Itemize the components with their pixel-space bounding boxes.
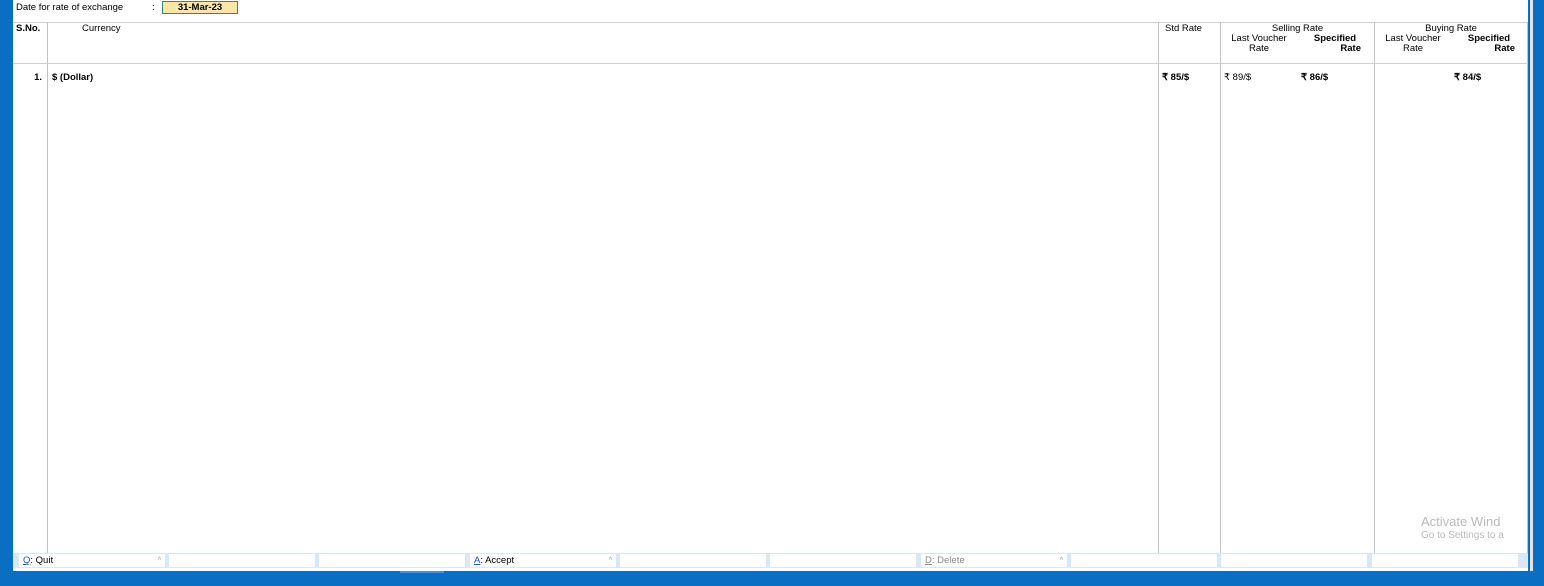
footer-slot-3 [319, 554, 465, 567]
watermark-title: Activate Wind [1421, 514, 1501, 529]
accept-button[interactable]: A: Accept ^ [470, 554, 616, 567]
footer-slot-9 [1221, 554, 1367, 567]
delete-label: : Delete [931, 555, 965, 566]
row-buying-specified[interactable]: ₹ 84/$ [1454, 72, 1481, 84]
footer-slot-2 [169, 554, 315, 567]
header-selling-last-voucher-line2: Rate [1248, 43, 1270, 54]
footer-slot-6 [770, 554, 916, 567]
caret-up-icon: ^ [608, 557, 612, 564]
col-divider-currency [1158, 22, 1159, 553]
bottom-scroll-indicator [400, 571, 444, 573]
footer-slot-5 [620, 554, 766, 567]
row-std-rate[interactable]: ₹ 85/$ [1162, 72, 1189, 84]
delete-shortcut: D [925, 555, 932, 566]
header-selling-specified: Specified Rate [1297, 34, 1373, 54]
col-divider-std [1220, 22, 1221, 553]
delete-button[interactable]: D: Delete ^ [921, 554, 1067, 567]
header-std-rate: Std Rate [1165, 23, 1202, 34]
header-buying-specified-line1: Specified [1467, 33, 1511, 44]
quit-label: : Quit [30, 555, 54, 566]
col-divider-sno [47, 22, 48, 553]
caret-up-icon: ^ [1059, 557, 1063, 564]
exchange-rate-panel: Date for rate of exchange : 31-Mar-23 S.… [13, 0, 1528, 571]
date-field[interactable]: 31-Mar-23 [162, 1, 238, 14]
col-divider-end [1527, 22, 1528, 553]
header-buying-specified: Specified Rate [1451, 34, 1527, 54]
footer-slot-10 [1372, 554, 1518, 567]
header-buying-last-voucher: Last Voucher Rate [1375, 34, 1451, 54]
accept-label: : Accept [480, 555, 515, 566]
header-selling-last-voucher: Last Voucher Rate [1221, 34, 1297, 54]
header-buying-specified-line2: Rate [1494, 43, 1515, 54]
row-selling-specified[interactable]: ₹ 86/$ [1301, 72, 1328, 84]
header-currency: Currency [82, 23, 121, 34]
header-sno: S.No. [16, 23, 41, 34]
quit-button[interactable]: Q: Quit ^ [19, 554, 165, 567]
row-currency[interactable]: $ (Dollar) [52, 72, 93, 84]
caret-up-icon: ^ [157, 557, 161, 564]
header-selling-specified-line2: Rate [1340, 43, 1361, 54]
row-sno: 1. [34, 72, 42, 83]
date-row: Date for rate of exchange : 31-Mar-23 [16, 1, 238, 14]
header-bottom-line [13, 63, 1528, 64]
activate-windows-watermark: Activate Wind Go to Settings to a [1421, 514, 1504, 542]
bottom-frame [0, 571, 1544, 586]
date-label: Date for rate of exchange [16, 2, 124, 13]
watermark-subtitle: Go to Settings to a [1421, 530, 1504, 541]
footer-slot-8 [1071, 554, 1217, 567]
button-bar: Q: Quit ^ A: Accept ^ D: Delete ^ [13, 553, 1528, 568]
row-selling-last-voucher: ₹ 89/$ [1224, 72, 1252, 83]
col-divider-selling [1374, 22, 1375, 553]
header-buying-last-voucher-line2: Rate [1402, 43, 1424, 54]
header-selling-specified-line1: Specified [1313, 33, 1357, 44]
date-colon: : [152, 2, 155, 13]
vertical-scrollbar[interactable] [1530, 0, 1533, 571]
